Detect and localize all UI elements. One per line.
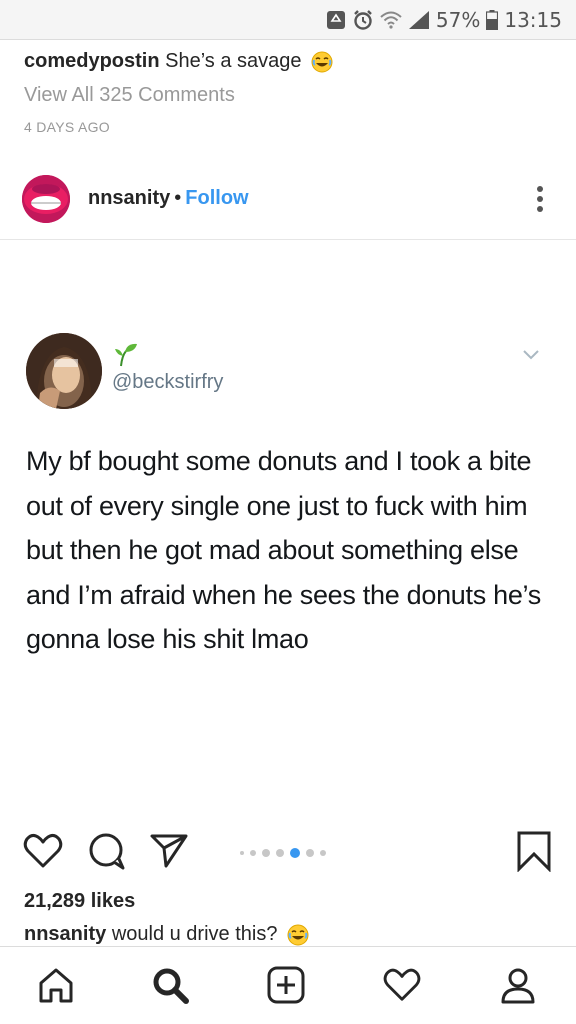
clock: 13:15 — [504, 8, 562, 32]
carousel-dot — [262, 849, 270, 857]
battery-icon — [486, 10, 499, 30]
battery-percent: 57% — [435, 8, 481, 32]
post-header-user: nnsanity • Follow — [88, 187, 249, 210]
nav-search[interactable] — [150, 965, 190, 1005]
laughing-emoji-icon — [287, 924, 309, 946]
tweet-avatar-image — [26, 333, 102, 409]
avatar-image — [22, 175, 70, 223]
carousel-dot — [240, 851, 244, 855]
search-icon — [153, 968, 189, 1004]
comment-icon[interactable] — [86, 830, 128, 872]
alarm-icon — [354, 10, 372, 30]
carousel-dot — [306, 849, 314, 857]
nav-home[interactable] — [36, 965, 76, 1005]
signal-icon — [408, 11, 429, 29]
chevron-down-icon — [523, 350, 539, 360]
wifi-icon — [380, 11, 402, 29]
carousel-dot — [320, 850, 326, 856]
like-heart-icon[interactable] — [22, 830, 64, 872]
more-options-icon[interactable] — [530, 184, 550, 214]
recycle-notification-icon — [326, 11, 345, 29]
sprout-icon — [115, 343, 137, 367]
bottom-navigation — [0, 946, 576, 1024]
caption-username[interactable]: nnsanity — [24, 923, 106, 945]
nav-add-post[interactable] — [266, 965, 306, 1005]
avatar[interactable] — [22, 175, 70, 223]
laughing-emoji-icon — [311, 51, 333, 73]
likes-count[interactable]: 21,289 likes — [24, 890, 135, 913]
tweet-handle: @beckstirfry — [112, 371, 224, 393]
status-bar: 57% 13:15 — [0, 0, 576, 40]
carousel-dot — [250, 850, 256, 856]
carousel-dot-active — [290, 848, 300, 858]
profile-icon — [501, 968, 535, 1004]
post-caption: nnsanity would u drive this? — [24, 923, 309, 946]
nav-activity[interactable] — [382, 965, 422, 1005]
status-icons: 57% 13:15 — [326, 7, 562, 33]
previous-post-caption: comedypostin She’s a savage — [24, 48, 333, 74]
tweet-body: My bf bought some donuts and I took a bi… — [26, 446, 541, 655]
nav-profile[interactable] — [498, 965, 538, 1005]
tweet-avatar — [26, 333, 102, 409]
view-all-comments-link[interactable]: View All 325 Comments — [24, 84, 235, 107]
post-username[interactable]: nnsanity — [88, 187, 170, 209]
carousel-dot — [276, 849, 284, 857]
post-header: nnsanity • Follow — [0, 170, 576, 240]
home-icon — [39, 968, 73, 1003]
caption-text: would u drive this? — [111, 923, 278, 945]
previous-post-username[interactable]: comedypostin — [24, 50, 160, 72]
activity-heart-icon — [383, 968, 421, 1001]
carousel-indicator — [240, 848, 326, 858]
add-post-icon — [267, 966, 305, 1004]
previous-post-timestamp: 4 DAYS AGO — [24, 119, 110, 135]
post-image-tweet[interactable]: @beckstirfry My bf bought some donuts an… — [0, 241, 576, 817]
previous-post-caption-text: She’s a savage — [165, 50, 302, 72]
post-actions — [0, 830, 576, 880]
follow-button[interactable]: Follow — [185, 187, 248, 209]
save-bookmark-icon[interactable] — [516, 830, 552, 872]
share-direct-icon[interactable] — [148, 830, 190, 872]
separator-dot: • — [174, 187, 182, 209]
